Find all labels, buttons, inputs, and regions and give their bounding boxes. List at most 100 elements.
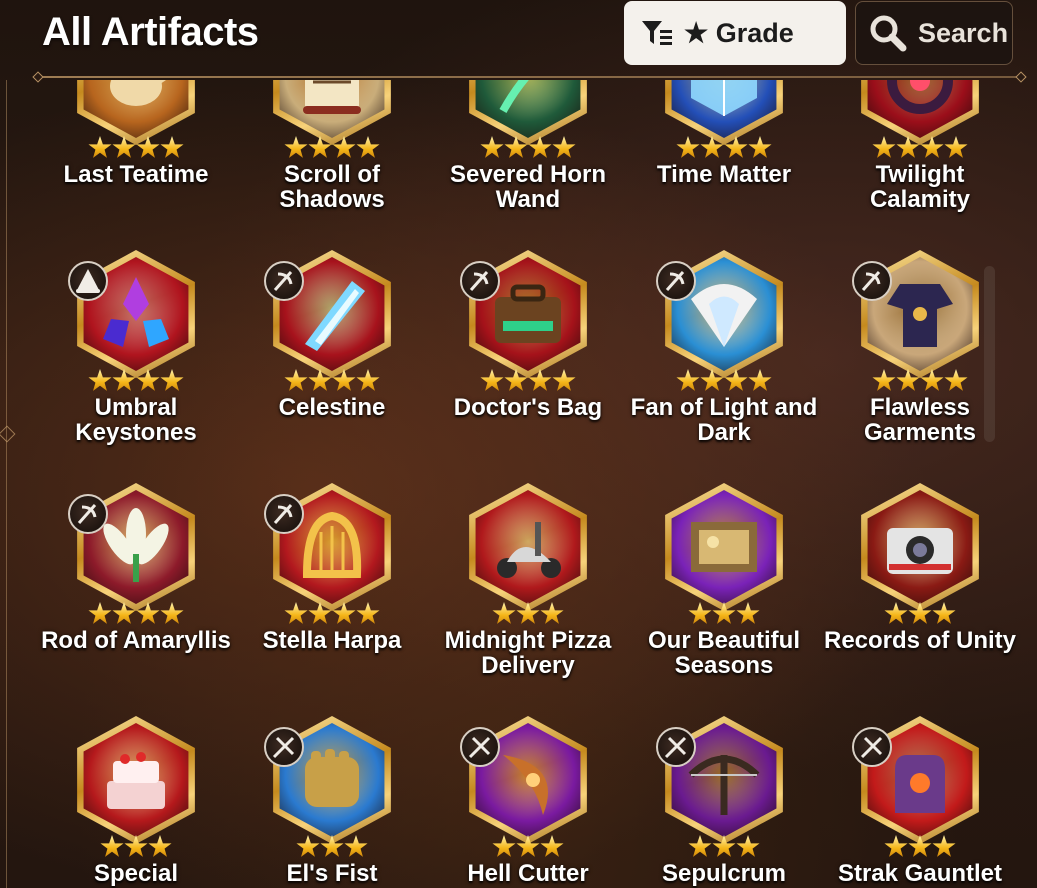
- star-rating: [430, 602, 626, 626]
- artifact-card[interactable]: Last Teatime: [38, 80, 234, 193]
- artifact-card[interactable]: Time Matter: [626, 80, 822, 193]
- star-icon: [748, 369, 772, 391]
- artifact-card[interactable]: Stella Harpa: [234, 426, 430, 659]
- star-icon: [908, 835, 932, 857]
- thief-class-icon: [264, 261, 304, 301]
- star-icon: [712, 835, 736, 857]
- camera-icon: [887, 528, 953, 574]
- star-icon: [676, 369, 700, 391]
- star-icon: [540, 835, 564, 857]
- artifact-card[interactable]: Midnight Pizza Delivery: [430, 426, 626, 678]
- star-rating: [626, 136, 822, 160]
- star-icon: [136, 602, 160, 624]
- star-icon: [308, 369, 332, 391]
- star-icon: [332, 602, 356, 624]
- star-icon: [136, 136, 160, 158]
- scooter-icon: [497, 522, 561, 578]
- scrollbar[interactable]: [984, 266, 995, 442]
- filter-icon: [642, 21, 672, 45]
- ring-icon: [887, 80, 953, 114]
- star-icon: [700, 136, 724, 158]
- star-rating: [234, 136, 430, 160]
- star-icon: [308, 602, 332, 624]
- artifact-frame: [660, 483, 788, 611]
- artifact-card[interactable]: Sepulcrum: [626, 659, 822, 888]
- star-rating: [38, 602, 234, 626]
- warrior-class-icon: [264, 727, 304, 767]
- warrior-class-icon: [460, 727, 500, 767]
- teapot-icon: [110, 80, 166, 106]
- artifact-name: El's Fist: [286, 860, 378, 887]
- star-icon: [284, 369, 308, 391]
- star-icon: [356, 602, 380, 624]
- artifact-name: Last Teatime: [63, 161, 209, 188]
- star-rating: [234, 835, 430, 859]
- star-icon: [480, 369, 504, 391]
- artifact-card[interactable]: Rod of Amaryllis: [38, 426, 234, 659]
- grade-filter-button[interactable]: ★ Grade: [624, 1, 846, 65]
- artifact-name: Celestine: [278, 394, 386, 421]
- star-icon: [356, 136, 380, 158]
- artifact-card[interactable]: El's Fist: [234, 659, 430, 888]
- star-rating: [430, 369, 626, 393]
- star-rating: [822, 136, 1018, 160]
- artifact-card[interactable]: Celestine: [234, 193, 430, 426]
- star-icon: [160, 602, 184, 624]
- artifact-card[interactable]: Umbral Keystones: [38, 193, 234, 445]
- star-rating: [38, 136, 234, 160]
- artifact-card[interactable]: Twilight Calamity: [822, 80, 1018, 212]
- star-rating: [626, 602, 822, 626]
- artifact-card[interactable]: Special: [38, 659, 234, 888]
- star-icon: [284, 136, 308, 158]
- star-icon: [492, 602, 516, 624]
- star-icon: [504, 136, 528, 158]
- star-icon: [296, 835, 320, 857]
- page-title: All Artifacts: [42, 10, 259, 54]
- thief-class-icon: [460, 261, 500, 301]
- star-icon: [160, 369, 184, 391]
- artifact-card[interactable]: Records of Unity: [822, 426, 1018, 659]
- artifact-card[interactable]: Strak Gauntlet: [822, 659, 1018, 888]
- star-rating: [822, 602, 1018, 626]
- artifact-frame: [856, 483, 984, 611]
- star-icon: [712, 602, 736, 624]
- star-icon: [908, 602, 932, 624]
- thief-class-icon: [656, 261, 696, 301]
- artifact-card[interactable]: Hell Cutter: [430, 659, 626, 888]
- artifact-card[interactable]: Fan of Light and Dark: [626, 193, 822, 445]
- thief-class-icon: [852, 261, 892, 301]
- artifact-card[interactable]: Our Beautiful Seasons: [626, 426, 822, 678]
- search-button[interactable]: Search: [855, 1, 1013, 65]
- star-icon: [944, 136, 968, 158]
- artifact-grid: Last Teatime Scroll of Shadows Severed Hor…: [38, 80, 1018, 888]
- artifact-card[interactable]: Severed Horn Wand: [430, 80, 626, 212]
- artifact-card[interactable]: Doctor's Bag: [430, 193, 626, 426]
- star-icon: [932, 602, 956, 624]
- star-icon: [136, 369, 160, 391]
- star-icon: [736, 835, 760, 857]
- star-rating: [234, 369, 430, 393]
- star-icon: [552, 136, 576, 158]
- star-icon: [516, 835, 540, 857]
- star-icon: [112, 602, 136, 624]
- star-icon: [148, 835, 172, 857]
- star-icon: [700, 369, 724, 391]
- star-icon: [884, 835, 908, 857]
- star-icon: [920, 136, 944, 158]
- star-icon: [748, 136, 772, 158]
- star-icon: [896, 136, 920, 158]
- star-rating: [822, 835, 1018, 859]
- artifact-name: Doctor's Bag: [453, 394, 603, 421]
- star-icon: [736, 602, 760, 624]
- star-icon: [88, 136, 112, 158]
- artifact-card[interactable]: Scroll of Shadows: [234, 80, 430, 212]
- cake-icon: [107, 752, 165, 809]
- star-icon: [480, 136, 504, 158]
- star-icon: [688, 602, 712, 624]
- star-icon: [676, 136, 700, 158]
- artifact-name: Sepulcrum: [661, 860, 787, 887]
- star-icon: [88, 602, 112, 624]
- warrior-class-icon: [852, 727, 892, 767]
- star-rating: [430, 835, 626, 859]
- header-divider: [38, 76, 1021, 78]
